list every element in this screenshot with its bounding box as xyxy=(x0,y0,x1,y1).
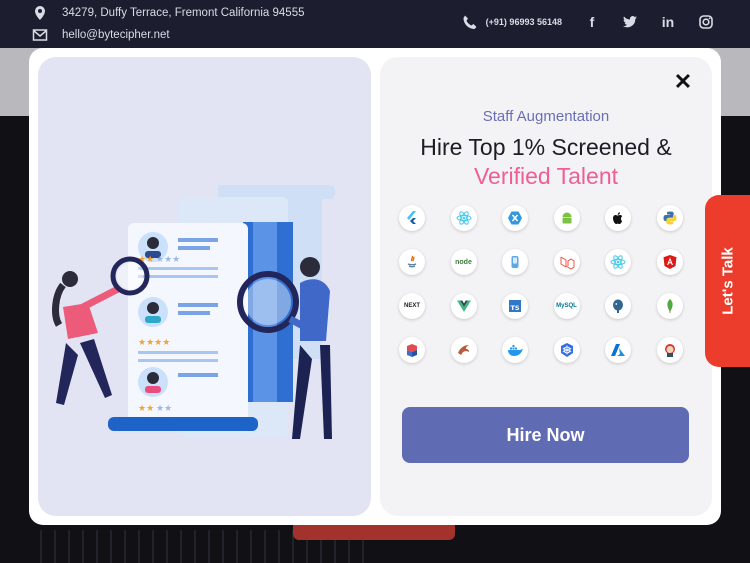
email-row[interactable]: hello@bytecipher.net xyxy=(32,27,170,43)
content-panel: ✕ Staff Augmentation Hire Top 1% Screene… xyxy=(380,57,712,516)
linkedin-icon[interactable]: in xyxy=(660,14,676,30)
java-icon xyxy=(399,249,425,275)
typescript-icon: TS xyxy=(502,293,528,319)
hire-now-button[interactable]: Hire Now xyxy=(402,407,689,463)
close-button[interactable]: ✕ xyxy=(672,71,694,93)
lets-talk-tab[interactable]: Let's Talk xyxy=(705,195,750,367)
headline-line2: Verified Talent xyxy=(473,163,619,189)
docker-icon xyxy=(502,337,528,363)
flutter-icon xyxy=(399,205,425,231)
staff-augmentation-modal: ★★ ★★★ ★★★★ ★★ ★★ ✕ Staff Augmentation H… xyxy=(29,48,721,525)
nodejs-icon: node xyxy=(450,249,477,275)
headline-line1: Hire Top 1% Screened & xyxy=(420,134,672,160)
phone-link[interactable]: (+91) 96993 56148 xyxy=(462,14,562,30)
kotlin-icon xyxy=(502,249,528,275)
svg-text:★★★★: ★★★★ xyxy=(138,338,170,348)
aws-icon xyxy=(399,337,425,363)
illustration-panel: ★★ ★★★ ★★★★ ★★ ★★ xyxy=(38,57,371,516)
svg-text:★★★: ★★★ xyxy=(156,255,180,265)
location-pin-icon xyxy=(35,6,45,20)
azure-icon xyxy=(605,337,631,363)
python-icon xyxy=(656,205,683,231)
apple-icon xyxy=(605,205,631,231)
address-row: 34279, Duffy Terrace, Fremont California… xyxy=(32,5,305,21)
instagram-icon[interactable] xyxy=(698,14,714,30)
scala-icon xyxy=(450,337,477,363)
angular-icon xyxy=(656,249,683,275)
twitter-icon[interactable] xyxy=(622,14,638,30)
react-icon xyxy=(450,205,477,231)
phone-number: (+91) 96993 56148 xyxy=(485,17,562,27)
phone-icon xyxy=(463,15,477,29)
envelope-icon xyxy=(32,29,48,41)
svg-text:★★: ★★ xyxy=(156,404,172,414)
svg-text:TS: TS xyxy=(510,304,519,312)
vue-icon xyxy=(450,293,477,319)
jenkins-icon xyxy=(656,337,683,363)
kubernetes-icon xyxy=(553,337,580,363)
xamarin-icon xyxy=(502,205,528,231)
lets-talk-label: Let's Talk xyxy=(719,247,736,315)
android-icon xyxy=(553,205,580,231)
postgresql-icon xyxy=(605,293,631,319)
tech-stack-grid: node NEXT TS MySQL xyxy=(399,205,699,363)
contact-social: (+91) 96993 56148 f in xyxy=(462,14,714,30)
laravel-icon xyxy=(553,249,580,275)
recruiting-illustration: ★★ ★★★ ★★★★ ★★ ★★ xyxy=(52,185,336,439)
email-link[interactable]: hello@bytecipher.net xyxy=(62,29,170,41)
mysql-icon: MySQL xyxy=(553,293,580,319)
top-info-bar: 34279, Duffy Terrace, Fremont California… xyxy=(0,0,750,48)
address-text: 34279, Duffy Terrace, Fremont California… xyxy=(62,7,305,19)
facebook-icon[interactable]: f xyxy=(584,14,600,30)
nextjs-icon: NEXT xyxy=(399,293,425,319)
svg-text:★★: ★★ xyxy=(138,404,154,414)
mongodb-icon xyxy=(656,293,683,319)
react-native-icon xyxy=(605,249,631,275)
subtitle: Staff Augmentation xyxy=(482,108,610,125)
